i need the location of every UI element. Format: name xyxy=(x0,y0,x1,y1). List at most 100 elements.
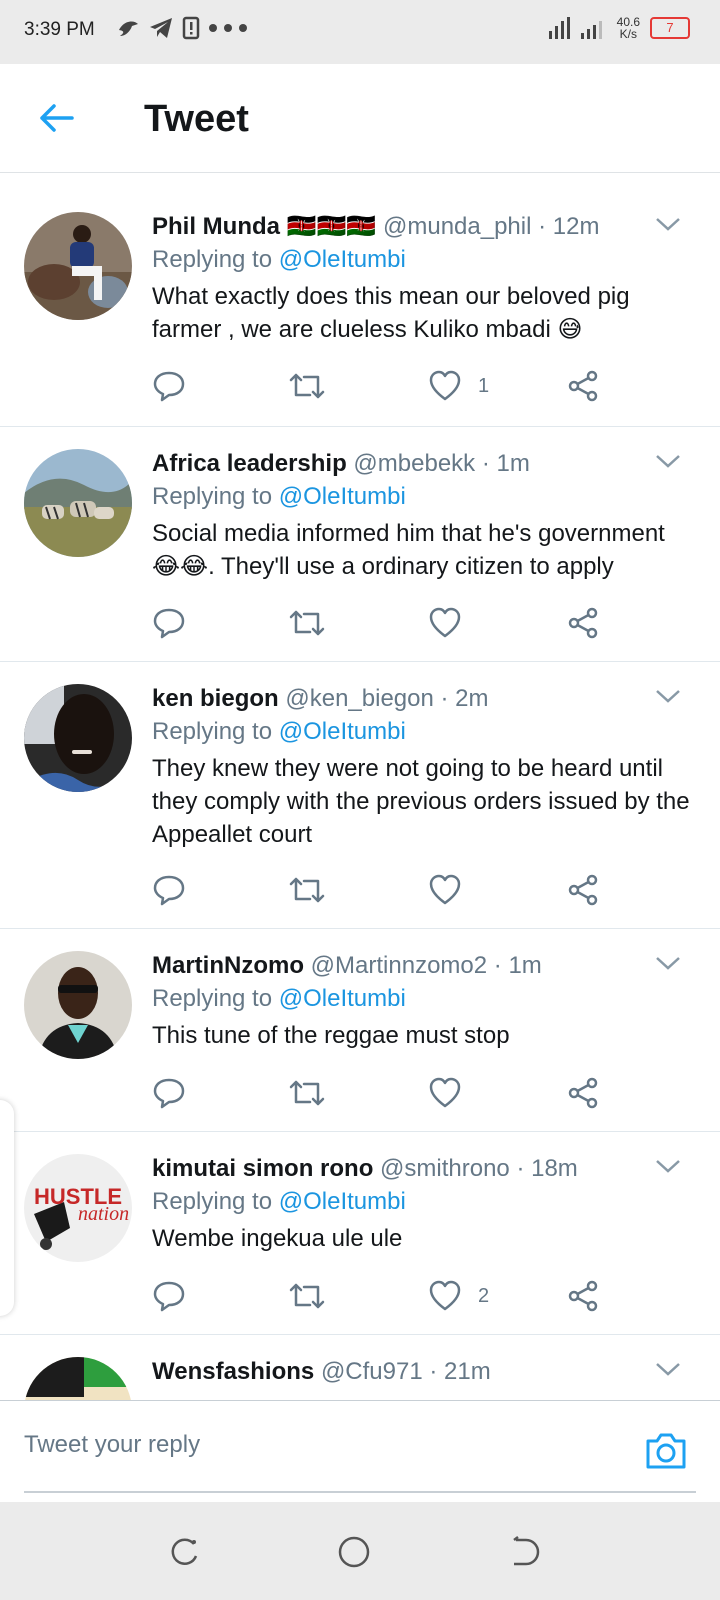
mention-link[interactable]: @OleItumbi xyxy=(279,483,406,510)
avatar[interactable]: HUSTLE nation xyxy=(24,1154,132,1262)
replying-to: Replying to @OleItumbi xyxy=(152,981,692,1017)
heart-icon xyxy=(429,1077,461,1108)
like-action[interactable]: 2 xyxy=(428,1276,489,1316)
mention-link[interactable]: @OleItumbi xyxy=(279,246,406,273)
reply-icon xyxy=(153,371,185,402)
status-right: 40.6 K/s 7 xyxy=(547,15,690,41)
like-action[interactable] xyxy=(428,603,478,643)
retweet-action[interactable] xyxy=(288,366,326,406)
network-speed: 40.6 K/s xyxy=(617,16,640,40)
reply-feed: Phil Munda 🇰🇪🇰🇪🇰🇪 @munda_phil · 12m Repl… xyxy=(0,190,720,1400)
retweet-action[interactable] xyxy=(288,1073,326,1113)
replying-to: Replying to @OleItumbi xyxy=(152,242,692,278)
replying-label: Replying to xyxy=(152,985,273,1012)
chevron-down-icon[interactable] xyxy=(654,686,682,706)
reply-action[interactable] xyxy=(152,366,186,406)
tweet-item[interactable]: Phil Munda 🇰🇪🇰🇪🇰🇪 @munda_phil · 12m Repl… xyxy=(0,190,720,427)
reply-action[interactable] xyxy=(152,1276,186,1316)
tweet-item[interactable]: HUSTLE nation kimutai simon rono @smithr… xyxy=(0,1132,720,1335)
retweet-action[interactable] xyxy=(288,1276,326,1316)
retweet-action[interactable] xyxy=(288,603,326,643)
tweet-text: Social media informed him that he's gove… xyxy=(152,520,665,580)
user-name[interactable]: Phil Munda 🇰🇪🇰🇪🇰🇪 xyxy=(152,213,376,240)
retweet-icon xyxy=(289,373,325,399)
user-handle[interactable]: @munda_phil xyxy=(383,213,531,240)
reply-input[interactable]: Tweet your reply xyxy=(24,1431,200,1459)
avatar[interactable] xyxy=(24,951,132,1059)
battery-indicator: 7 xyxy=(650,17,690,39)
edge-panel-handle[interactable] xyxy=(0,1100,14,1316)
back-icon[interactable] xyxy=(504,1532,544,1572)
retweet-action[interactable] xyxy=(288,870,326,910)
signal-icon xyxy=(548,17,602,39)
camera-icon[interactable] xyxy=(644,1431,688,1471)
share-action[interactable] xyxy=(566,1073,600,1113)
tweet-item[interactable]: Africa leadership @mbebekk · 1m Replying… xyxy=(0,427,720,662)
reply-composer: Tweet your reply xyxy=(0,1400,720,1501)
user-name[interactable]: Wensfashions xyxy=(152,1358,314,1385)
mention-link[interactable]: @OleItumbi xyxy=(279,1188,406,1215)
user-name[interactable]: ken biegon xyxy=(152,685,279,712)
tweet-item[interactable]: Wensfashions @Cfu971 · 21m xyxy=(0,1335,720,1400)
user-name[interactable]: MartinNzomo xyxy=(152,952,304,979)
tweet-header: Wensfashions @Cfu971 · 21m xyxy=(152,1357,692,1387)
share-icon xyxy=(568,370,598,402)
user-handle[interactable]: @Cfu971 xyxy=(321,1358,423,1385)
reply-action[interactable] xyxy=(152,870,186,910)
tweet-text: This tune of the reggae must stop xyxy=(152,1022,510,1049)
like-count: 1 xyxy=(478,374,490,397)
chevron-down-icon[interactable] xyxy=(654,451,682,471)
chevron-down-icon[interactable] xyxy=(654,953,682,973)
tweet-item[interactable]: ken biegon @ken_biegon · 2m Replying to … xyxy=(0,662,720,929)
avatar[interactable] xyxy=(24,449,132,557)
retweet-icon xyxy=(289,1283,325,1309)
reply-action[interactable] xyxy=(152,603,186,643)
tweet-time: · 12m xyxy=(538,213,600,240)
like-action[interactable] xyxy=(428,1073,478,1113)
share-icon xyxy=(568,874,598,906)
avatar[interactable] xyxy=(24,1357,132,1400)
user-handle[interactable]: @Martinnzomo2 xyxy=(311,952,487,979)
heart-icon xyxy=(429,1280,461,1311)
share-action[interactable] xyxy=(566,366,600,406)
replying-to: Replying to @OleItumbi xyxy=(152,714,692,750)
tweet-time: · 18m xyxy=(516,1155,578,1182)
tweet-time: · 1m xyxy=(481,450,530,477)
like-action[interactable]: 1 xyxy=(428,366,489,406)
avatar[interactable] xyxy=(24,212,132,320)
share-action[interactable] xyxy=(566,603,600,643)
telegram-icon xyxy=(150,18,172,38)
user-handle[interactable]: @smithrono xyxy=(380,1155,510,1182)
reply-icon xyxy=(153,1078,185,1109)
like-action[interactable] xyxy=(428,870,478,910)
retweet-icon xyxy=(289,610,325,636)
status-time: 3:39 PM xyxy=(24,19,95,40)
share-action[interactable] xyxy=(566,1276,600,1316)
heart-icon xyxy=(429,607,461,638)
reply-underline xyxy=(24,1491,696,1493)
user-handle[interactable]: @mbebekk xyxy=(353,450,475,477)
chevron-down-icon[interactable] xyxy=(654,1156,682,1176)
mention-link[interactable]: @OleItumbi xyxy=(279,985,406,1012)
recent-apps-icon[interactable] xyxy=(164,1532,204,1572)
user-name[interactable]: Africa leadership xyxy=(152,450,347,477)
mention-link[interactable]: @OleItumbi xyxy=(279,718,406,745)
tweet-text: What exactly does this mean our beloved … xyxy=(152,283,630,343)
tweet-item[interactable]: MartinNzomo @Martinnzomo2 · 1m Replying … xyxy=(0,929,720,1132)
user-name[interactable]: kimutai simon rono xyxy=(152,1155,373,1182)
avatar[interactable] xyxy=(24,684,132,792)
tweet-text: They knew they were not going to be hear… xyxy=(152,755,690,848)
chevron-down-icon[interactable] xyxy=(654,214,682,234)
tweet-text: Wembe ingekua ule ule xyxy=(152,1225,403,1252)
reply-action[interactable] xyxy=(152,1073,186,1113)
heart-icon xyxy=(429,874,461,905)
share-action[interactable] xyxy=(566,870,600,910)
tweet-header: kimutai simon rono @smithrono · 18m xyxy=(152,1154,692,1184)
home-icon[interactable] xyxy=(334,1532,374,1572)
status-bar: 3:39 PM 40.6 K/s 7 xyxy=(0,0,720,64)
chevron-down-icon[interactable] xyxy=(654,1359,682,1379)
tweet-header: Phil Munda 🇰🇪🇰🇪🇰🇪 @munda_phil · 12m xyxy=(152,212,692,242)
arrow-left-icon[interactable] xyxy=(36,98,76,138)
user-handle[interactable]: @ken_biegon xyxy=(285,685,433,712)
app-header: Tweet xyxy=(0,64,720,173)
